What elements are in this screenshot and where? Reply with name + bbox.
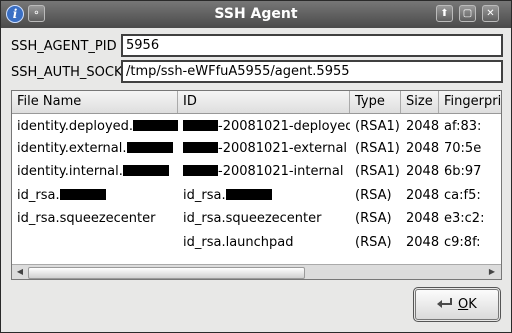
column-header-type[interactable]: Type [350, 91, 401, 113]
return-arrow-icon [436, 297, 454, 311]
id-text: -20081021-deployed [218, 119, 350, 134]
redaction-bar [133, 120, 178, 131]
column-header-id[interactable]: ID [178, 91, 350, 113]
cell-file-name: id_rsa. [12, 185, 178, 207]
cell-type: (RSA1) [355, 141, 400, 156]
cell-size: 2048 [406, 164, 439, 179]
table-row[interactable]: id_rsa. id_rsa. (RSA) 2048 ca:f5: [12, 185, 501, 207]
auth-sock-field[interactable]: /tmp/ssh-eWFfuA5955/agent.5955 [121, 60, 503, 83]
table-row[interactable]: identity.deployed. -20081021-deployed (R… [12, 116, 501, 138]
scroll-left-arrow-icon[interactable]: ◀ [14, 266, 26, 278]
cell-file-name: identity.external. [12, 138, 178, 160]
ok-button[interactable]: OK [413, 287, 501, 322]
redaction-bar [183, 120, 218, 131]
redaction-bar [225, 189, 272, 200]
maximize-button[interactable]: ▢ [459, 5, 476, 22]
cell-fingerprint: e3:c2: [444, 211, 485, 226]
cell-fingerprint: ca:f5: [444, 188, 481, 203]
column-header-fingerprint[interactable]: Fingerprint [439, 91, 501, 113]
cell-id: id_rsa.squeezecenter [183, 211, 322, 226]
cell-type: (RSA) [355, 188, 392, 203]
title-bar[interactable]: i ⚬ SSH Agent ⬆ ▢ ✕ [1, 1, 511, 28]
cell-size: 2048 [406, 235, 439, 250]
close-button[interactable]: ✕ [482, 5, 499, 22]
cell-size: 2048 [406, 211, 439, 226]
file-name-text: id_rsa. [17, 188, 60, 203]
scrollbar-thumb[interactable] [28, 267, 305, 279]
cell-fingerprint: c9:8f: [444, 235, 481, 250]
table-header: File Name ID Type Size Fingerprint [12, 91, 501, 114]
cell-file-name: id_rsa.squeezecenter [17, 211, 156, 226]
horizontal-scrollbar[interactable]: ◀ ▶ [12, 264, 501, 279]
shade-button[interactable]: ⬆ [436, 5, 453, 22]
cell-type: (RSA) [355, 211, 392, 226]
cell-fingerprint: af:83: [444, 119, 482, 134]
id-text: -20081021-external [218, 141, 348, 156]
table-row[interactable]: identity.internal. -20081021-internal (R… [12, 161, 501, 183]
cell-file-name: identity.deployed. [12, 116, 178, 138]
cell-id: id_rsa. [178, 185, 350, 207]
scroll-right-arrow-icon[interactable]: ▶ [486, 266, 498, 278]
file-name-text: identity.internal. [17, 164, 123, 179]
redaction-bar [183, 142, 218, 153]
file-name-text: identity.external. [17, 141, 127, 156]
auth-sock-label: SSH_AUTH_SOCK [11, 65, 123, 80]
redaction-bar [122, 165, 169, 176]
window-title: SSH Agent [214, 6, 298, 22]
redaction-bar [126, 142, 173, 153]
column-header-size[interactable]: Size [401, 91, 439, 113]
agent-pid-field[interactable]: 5956 [121, 34, 503, 57]
cell-size: 2048 [406, 119, 439, 134]
cell-size: 2048 [406, 141, 439, 156]
table-row[interactable]: id_rsa.squeezecenter id_rsa.squeezecente… [12, 208, 501, 230]
redaction-bar [183, 165, 218, 176]
id-text: -20081021-internal [218, 164, 344, 179]
cell-file-name [12, 232, 178, 254]
cell-id: -20081021-deployed [178, 116, 350, 138]
identities-table[interactable]: File Name ID Type Size Fingerprint ident… [11, 90, 502, 280]
ssh-agent-window: i ⚬ SSH Agent ⬆ ▢ ✕ SSH_AGENT_PID 5956 S… [0, 0, 512, 333]
cell-type: (RSA) [355, 235, 392, 250]
agent-pid-label: SSH_AGENT_PID [11, 39, 117, 54]
cell-fingerprint: 70:5e [444, 141, 482, 156]
table-row[interactable]: id_rsa.launchpad (RSA) 2048 c9:8f: [12, 232, 501, 254]
cell-size: 2048 [406, 188, 439, 203]
redaction-bar [59, 189, 106, 200]
cell-type: (RSA1) [355, 164, 400, 179]
column-header-file-name[interactable]: File Name [12, 91, 178, 113]
cell-id: -20081021-internal [178, 161, 350, 183]
id-text: id_rsa. [183, 188, 226, 203]
ok-button-label: OK [458, 297, 477, 312]
cell-type: (RSA1) [355, 119, 400, 134]
table-row[interactable]: identity.external. -20081021-external (R… [12, 138, 501, 160]
cell-file-name: identity.internal. [12, 161, 178, 183]
cell-id: -20081021-external [178, 138, 350, 160]
cell-fingerprint: 6b:97 [444, 164, 482, 179]
cell-id: id_rsa.launchpad [183, 235, 294, 250]
file-name-text: identity.deployed. [17, 119, 134, 134]
